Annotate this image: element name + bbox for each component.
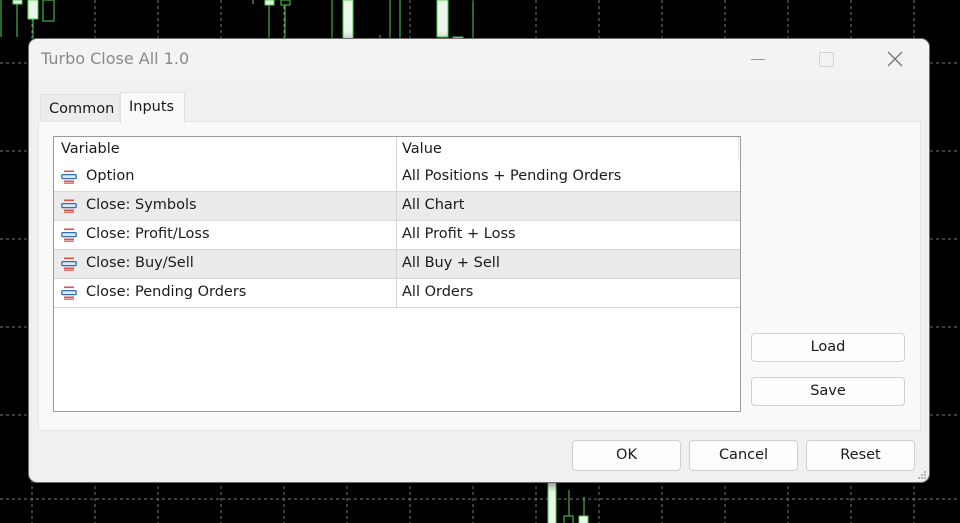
variable-value[interactable]: All Positions + Pending Orders [402,168,621,184]
variable-value[interactable]: All Buy + Sell [402,255,500,271]
enum-parameter-icon [61,199,77,213]
maximize-icon [818,51,834,67]
window-title: Turbo Close All 1.0 [41,49,190,68]
candle-body [547,477,557,523]
table-row[interactable]: Option All Positions + Pending Orders [54,163,740,192]
resize-grip-icon[interactable] [917,470,927,480]
inputs-panel: Variable Value Option All Positions + Pe… [38,121,921,431]
enum-parameter-icon [61,286,77,300]
candle-body [280,0,291,6]
variable-name: Close: Profit/Loss [86,226,210,242]
variable-value[interactable]: All Chart [402,197,464,213]
title-bar[interactable]: Turbo Close All 1.0 [29,39,929,81]
expert-properties-dialog: Turbo Close All 1.0 Common Inputs Variab… [29,39,929,482]
candle-body [436,0,449,38]
close-button[interactable] [872,39,918,79]
cancel-button[interactable]: Cancel [689,440,798,471]
minimize-icon [751,58,765,60]
load-button[interactable]: Load [751,333,905,362]
candle-body [264,0,275,6]
column-header-value[interactable]: Value [402,141,442,157]
table-row[interactable]: Close: Symbols All Chart [54,192,740,221]
tab-common[interactable]: Common [40,94,120,122]
enum-parameter-icon [61,228,77,242]
candle-body [342,0,354,43]
reset-button[interactable]: Reset [806,440,915,471]
enum-parameter-icon [61,257,77,271]
inputs-table: Variable Value Option All Positions + Pe… [53,136,741,412]
tab-inputs[interactable]: Inputs [120,92,185,123]
candle-body [27,0,39,20]
candle-body [12,0,23,5]
variable-value[interactable]: All Profit + Loss [402,226,516,242]
close-icon [887,51,903,67]
enum-parameter-icon [61,170,77,184]
column-header-variable[interactable]: Variable [61,141,120,157]
variable-name: Option [86,168,135,184]
minimize-button[interactable] [735,39,781,79]
variable-value[interactable]: All Orders [402,284,473,300]
table-row[interactable]: Close: Pending Orders All Orders [54,279,740,308]
save-button[interactable]: Save [751,377,905,406]
candle-body [578,515,589,523]
candle-body [42,0,55,22]
table-header: Variable Value [54,137,740,164]
variable-name: Close: Pending Orders [86,284,247,300]
table-row[interactable]: Close: Profit/Loss All Profit + Loss [54,221,740,250]
variable-name: Close: Buy/Sell [86,255,194,271]
ok-button[interactable]: OK [572,440,681,471]
maximize-button[interactable] [803,39,849,79]
candle-body [563,515,574,523]
variable-name: Close: Symbols [86,197,197,213]
header-divider [738,137,739,161]
table-row[interactable]: Close: Buy/Sell All Buy + Sell [54,250,740,279]
column-divider[interactable] [396,137,397,309]
